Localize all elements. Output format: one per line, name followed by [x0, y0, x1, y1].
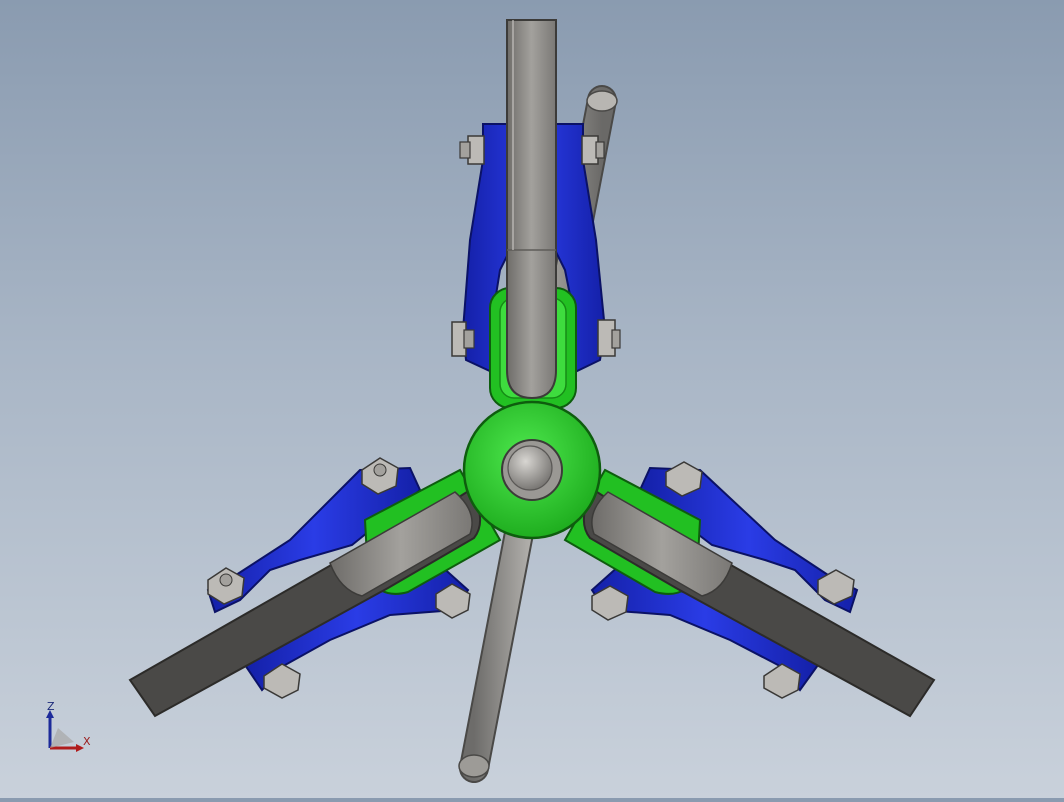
bar-top[interactable]: [506, 19, 557, 400]
3d-viewport[interactable]: Z X: [0, 0, 1064, 798]
hub[interactable]: [462, 400, 602, 540]
assembly-model[interactable]: [0, 0, 1064, 798]
bolt-mid-right: [597, 319, 621, 357]
triad-x-label: X: [83, 735, 91, 748]
bolt-top-left: [459, 135, 485, 165]
triad-z-label: Z: [47, 700, 55, 713]
rod-end-cap-bottom: [458, 754, 490, 778]
coordinate-triad: [46, 710, 84, 752]
arm-lower-right[interactable]: [563, 461, 936, 718]
arm-lower-left[interactable]: [128, 457, 502, 718]
rod-end-cap-top: [586, 90, 618, 112]
